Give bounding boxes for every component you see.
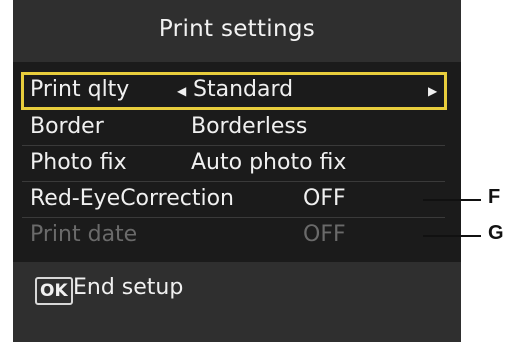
arrow-right-icon[interactable]: ▶ — [428, 84, 437, 98]
setting-label: Print date — [30, 222, 138, 247]
setting-row-photo-fix[interactable]: Photo fix Auto photo fix — [13, 146, 461, 182]
setting-value: OFF — [303, 186, 346, 211]
setting-row-red-eye[interactable]: Red-EyeCorrection OFF — [13, 182, 461, 218]
footer-hint: End setup — [73, 275, 184, 300]
arrow-left-icon[interactable]: ◀ — [177, 84, 186, 98]
setting-label: Border — [30, 114, 104, 139]
setting-label: Print qlty — [30, 77, 130, 102]
footer-bar: OK End setup — [13, 262, 461, 342]
lcd-screen: Print settings Print qlty ◀ Standard ▶ B… — [13, 0, 461, 342]
callout-label-g: G — [488, 222, 504, 244]
setting-value: Standard — [193, 77, 294, 102]
setting-value: OFF — [303, 222, 346, 247]
setting-label: Photo fix — [30, 150, 127, 175]
setting-row-print-quality[interactable]: Print qlty ◀ Standard ▶ — [21, 72, 447, 110]
setting-value: Borderless — [191, 114, 308, 139]
ok-button-icon: OK — [35, 277, 73, 305]
setting-value: Auto photo fix — [191, 150, 347, 175]
setting-label: Red-EyeCorrection — [30, 186, 235, 211]
callout-line-f — [423, 199, 481, 201]
page-title: Print settings — [158, 16, 316, 42]
callout-label-f: F — [488, 186, 501, 208]
callout-line-g — [423, 235, 481, 237]
setting-row-print-date: Print date OFF — [13, 218, 461, 254]
title-bar: Print settings — [13, 0, 461, 62]
setting-row-border[interactable]: Border Borderless — [13, 110, 461, 146]
